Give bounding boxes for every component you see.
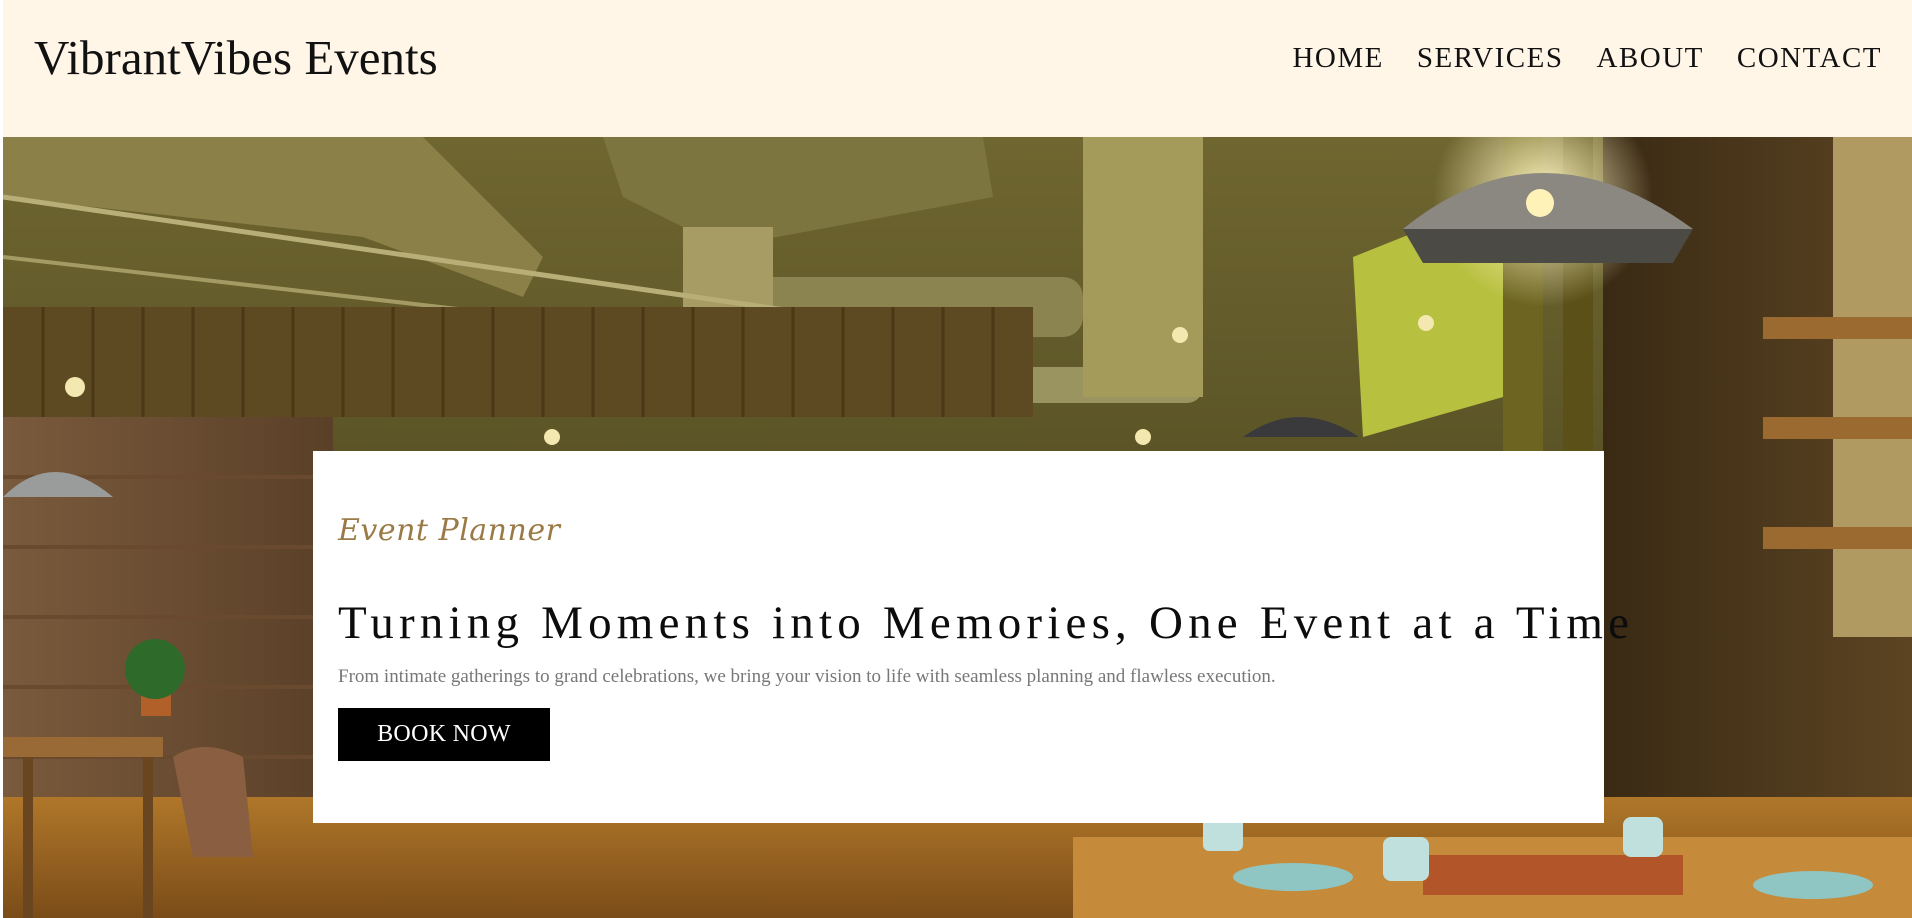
nav-contact[interactable]: CONTACT	[1737, 38, 1882, 78]
hero-headline: Turning Moments into Memories, One Event…	[338, 597, 1635, 649]
hero-card: Event Planner Turning Moments into Memor…	[313, 451, 1629, 823]
nav-about[interactable]: ABOUT	[1596, 38, 1703, 78]
main-nav: HOME SERVICES ABOUT CONTACT	[1292, 38, 1882, 78]
page: VibrantVibes Events HOME SERVICES ABOUT …	[3, 0, 1912, 918]
hero-section: Event Planner Turning Moments into Memor…	[3, 137, 1912, 918]
brand-logo[interactable]: VibrantVibes Events	[34, 26, 438, 90]
book-now-button[interactable]: BOOK NOW	[338, 708, 550, 761]
nav-home[interactable]: HOME	[1292, 38, 1383, 78]
site-header: VibrantVibes Events HOME SERVICES ABOUT …	[3, 0, 1912, 137]
hero-eyebrow: Event Planner	[338, 513, 561, 548]
nav-services[interactable]: SERVICES	[1417, 38, 1564, 78]
hero-subtext: From intimate gatherings to grand celebr…	[338, 666, 1276, 687]
